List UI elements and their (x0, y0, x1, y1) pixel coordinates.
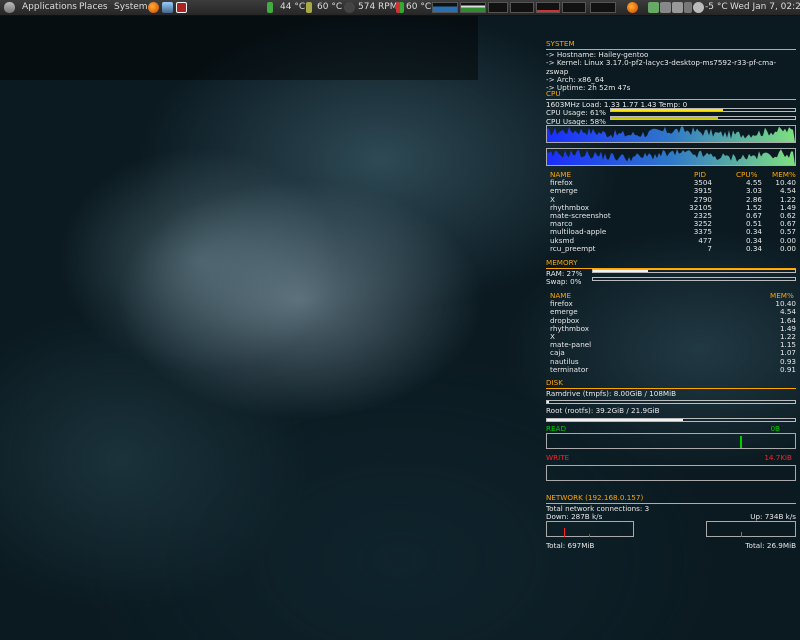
mem-process-row: firefox 10.40 (546, 299, 796, 308)
mem-process-cell-mem: 0.91 (779, 364, 796, 374)
ram-fill (593, 270, 648, 272)
email-icon[interactable] (162, 2, 173, 13)
swap-load-graph[interactable] (510, 2, 534, 13)
cpu-usage-2-fill (611, 117, 718, 119)
network-total-row: Total: 697MiB Total: 26.9MiB (546, 541, 796, 551)
weather-icon[interactable] (693, 2, 704, 13)
cpu-load-graph[interactable] (432, 2, 458, 13)
gpu-temp-icon (306, 2, 312, 13)
cpu-graph-2 (546, 148, 796, 166)
disk-load-graph[interactable] (562, 2, 586, 13)
cpu-graph-1-area (547, 126, 795, 142)
screenshot-icon[interactable] (176, 2, 187, 13)
mem-process-row: mate-panel 1.15 (546, 340, 796, 349)
ramdrive-bar (546, 400, 796, 405)
ramdrive-fill (547, 401, 550, 404)
write-label: WRITE (546, 453, 570, 462)
total-download: Total: 697MiB (546, 541, 595, 550)
read-graph (546, 433, 796, 449)
network-tray-icon[interactable] (660, 2, 671, 13)
app-menu-icon[interactable] (4, 2, 15, 13)
weather-temp[interactable]: -5 °C (705, 0, 728, 15)
hdd-temp: 60 °C (406, 2, 432, 12)
write-row: WRITE 14.7KiB (546, 453, 796, 462)
cpu-process-cell-pid: 477 (698, 235, 712, 245)
upload-graph (706, 521, 796, 537)
dark-overlay-region (0, 16, 478, 80)
top-panel: Applications Places System 44 °C 60 °C 5… (0, 0, 800, 16)
load-average-graph[interactable] (536, 2, 560, 13)
clock[interactable]: Wed Jan 7, 02:23 (730, 0, 800, 15)
root-fill (547, 418, 684, 421)
menu-system[interactable]: System (114, 0, 148, 15)
settings-tray-icon[interactable] (648, 2, 659, 13)
ramdrive-label: Ramdrive (tmpfs): 8.00GiB / 108MiB (546, 389, 677, 399)
firefox-tray-icon[interactable] (627, 2, 638, 13)
hdd-temp-icon (396, 2, 404, 13)
mem-process-cell-name: rhythmbox (550, 323, 590, 333)
fan-speed: 574 RPM (358, 2, 398, 12)
read-value: 0B (770, 423, 780, 433)
mem-process-row: rhythmbox 1.49 (546, 323, 796, 333)
network-load-graph[interactable] (488, 2, 508, 13)
root-label: Root (rootfs): 39.2GiB / 21.9GiB (546, 406, 660, 416)
thermal-graph[interactable] (590, 2, 616, 13)
download-graph (546, 521, 634, 537)
ram-bar (592, 269, 796, 273)
cpu-temp-icon (267, 2, 273, 13)
network-header: NETWORK (192.168.0.157) (546, 493, 796, 505)
firefox-icon[interactable] (148, 2, 159, 13)
read-graph-spike (740, 436, 742, 448)
memory-process-table: NAME MEM% firefox 10.40 emerge 4.54 dropbox 1… (546, 291, 796, 374)
system-header: SYSTEM (546, 39, 796, 51)
cpu-process-row: rcu_preempt 7 0.34 0.00 (546, 243, 796, 253)
memory-header: MEMORY (546, 258, 796, 270)
upload-graph-spike (741, 532, 742, 537)
disk-section: DISK Ramdrive (tmpfs): 8.00GiB / 108MiB … (546, 378, 796, 481)
cpu-graph-2-area (547, 149, 795, 165)
cpu-process-table: NAME PID CPU% MEM% firefox 3504 4.55 10.40 e… (546, 170, 796, 253)
cpu-graph-1 (546, 125, 796, 143)
volume-tray-icon[interactable] (672, 2, 683, 13)
read-label: READ (546, 423, 566, 433)
gpu-temp: 60 °C (317, 2, 343, 12)
root-bar (546, 417, 796, 422)
read-row: READ 0B (546, 423, 796, 433)
disk-header: DISK (546, 378, 796, 390)
write-graph (546, 465, 796, 481)
cpu-process-cell-mem: 0.00 (779, 243, 796, 253)
cpu-header: CPU (546, 89, 796, 101)
menu-applications[interactable]: Applications (22, 0, 77, 15)
total-upload: Total: 26.9MiB (745, 541, 796, 550)
menu-places[interactable]: Places (79, 0, 108, 15)
cpu-section: CPU 1603MHz Load: 1.33 1.77 1.43 Temp: 0… (546, 89, 796, 252)
kernel: -> Kernel: Linux 3.17.0-pf2-lacyc3-deskt… (546, 58, 777, 76)
mem-process-row: terminator 0.91 (546, 364, 796, 374)
cpu-process-cell-pid: 7 (707, 243, 712, 253)
network-section: NETWORK (192.168.0.157) Total network co… (546, 493, 796, 550)
cpu-temp: 44 °C (280, 2, 306, 12)
download-graph-spike-2 (589, 534, 590, 537)
memory-section: MEMORY RAM: 27% Swap: 0% NAME MEM% firef… (546, 258, 796, 373)
memory-load-graph[interactable] (460, 2, 486, 13)
mem-process-row: emerge 4.54 (546, 308, 796, 316)
mem-process-cell-name: terminator (550, 364, 589, 374)
cpu-usage-1-fill (611, 109, 724, 111)
fan-icon (344, 2, 355, 13)
download-graph-spike-1 (564, 528, 565, 537)
mem-table-header: NAME MEM% (546, 291, 796, 300)
cpu-process-cell-name: rcu_preempt (550, 243, 596, 253)
cpu-usage-1-bar (610, 108, 796, 112)
cpu-usage-2-bar (610, 116, 796, 120)
mem-process-row: caja 1.07 (546, 349, 796, 357)
system-section: SYSTEM -> Hostname: Hailey-gentoo -> Ker… (546, 39, 796, 92)
bluetooth-tray-icon[interactable] (684, 2, 692, 13)
write-value: 14.7KiB (764, 453, 792, 462)
swap-bar (592, 277, 796, 281)
